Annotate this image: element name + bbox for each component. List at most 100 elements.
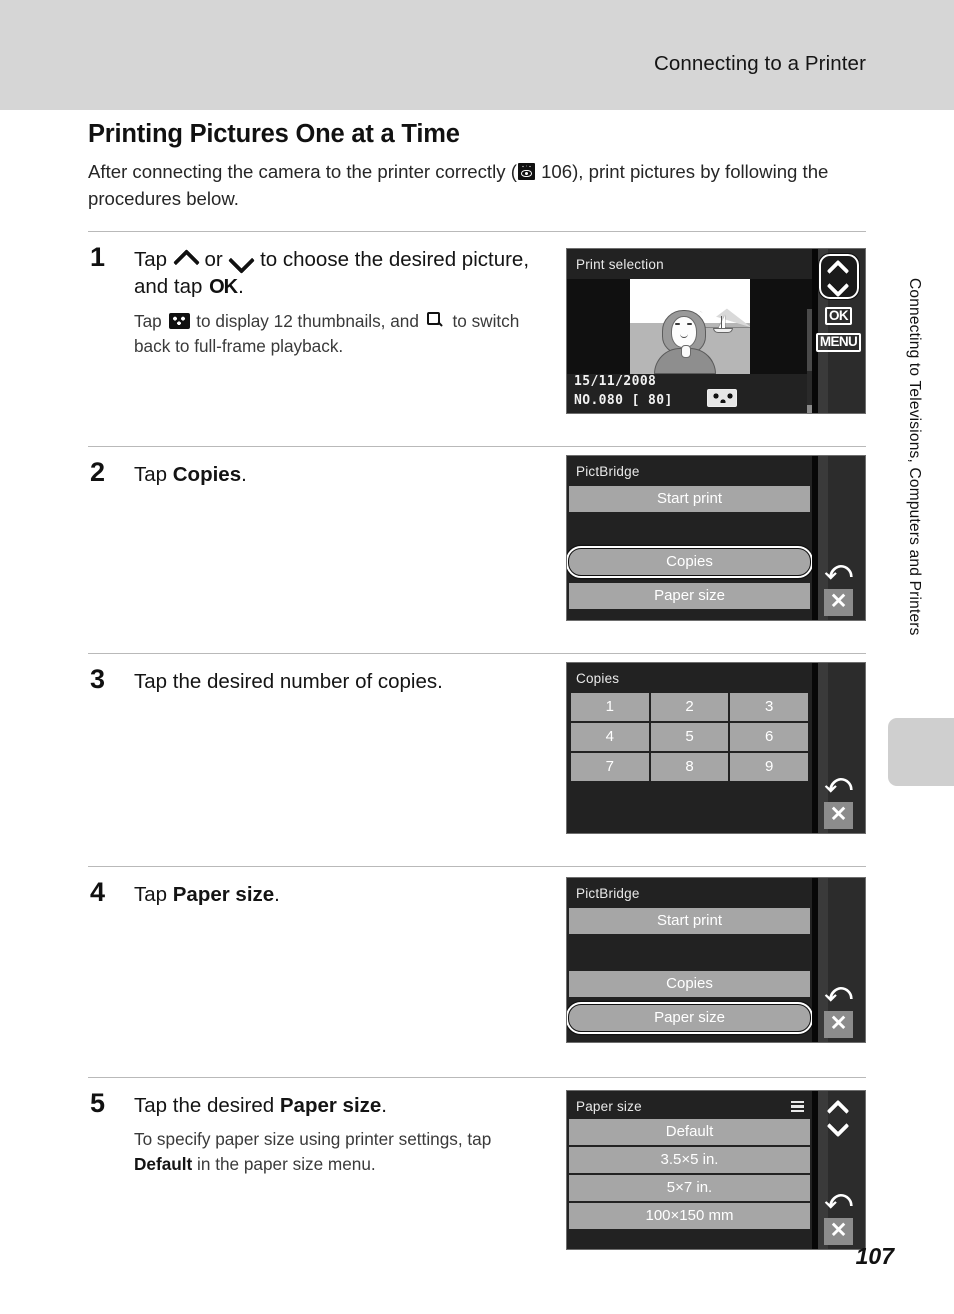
chevron-up-icon[interactable]	[826, 1100, 851, 1114]
paper-size-body: Paper size Default 3.5×5 in. 5×7 in. 100…	[567, 1090, 812, 1249]
pictbridge-menu-list: Start print Copies Paper size	[567, 485, 812, 620]
pictbridge-title: PictBridge	[576, 463, 640, 479]
step-5: 5 Tap the desired Paper size. To specify…	[88, 1076, 866, 1272]
chevron-down-icon[interactable]	[826, 1118, 851, 1132]
step-1-number: 1	[90, 241, 106, 272]
page-title: Printing Pictures One at a Time	[88, 120, 460, 148]
copies-title: Copies	[576, 670, 620, 686]
print-selection-title: Print selection	[576, 256, 664, 272]
step-5-number: 5	[90, 1087, 106, 1118]
ok-button[interactable]: OK	[824, 306, 853, 326]
paper-size-list: Default 3.5×5 in. 5×7 in. 100×150 mm	[567, 1118, 812, 1249]
intro-paragraph: After connecting the camera to the print…	[88, 159, 848, 213]
menu-item-copies[interactable]: Copies	[569, 970, 810, 997]
menu-spacer	[569, 514, 810, 540]
step-4-bold: Paper size	[172, 882, 275, 906]
step-3: 3 Tap the desired number of copies. Copi…	[88, 652, 866, 866]
pictbridge-copies-body: PictBridge Start print Copies Paper size	[567, 455, 812, 620]
ok-glyph: OK	[209, 276, 238, 299]
paper-size-title: Paper size	[576, 1098, 642, 1114]
copies-key-4[interactable]: 4	[571, 722, 649, 751]
menu-item-start-print[interactable]: Start print	[569, 485, 810, 512]
step-4-number: 4	[90, 876, 106, 907]
intro-reference-page: 106	[541, 161, 573, 182]
copies-key-2[interactable]: 2	[650, 692, 729, 721]
menu-item-paper-size[interactable]: Paper size	[567, 1001, 812, 1034]
pictbridge-paper-menu-list: Start print Copies Paper size	[567, 907, 812, 1042]
close-x-icon[interactable]: ✕	[824, 588, 853, 616]
nav-updown-group[interactable]	[817, 252, 860, 300]
step-4: 4 Tap Paper size. PictBridge Start print…	[88, 865, 866, 1077]
close-x-icon[interactable]: ✕	[824, 801, 853, 829]
chevron-up-icon[interactable]	[826, 260, 851, 274]
chevron-down-icon[interactable]	[826, 278, 851, 292]
copies-key-6[interactable]: 6	[730, 722, 808, 751]
person-hand	[681, 344, 691, 358]
copies-key-7[interactable]: 7	[571, 752, 649, 781]
thumbnail-grid-icon[interactable]	[707, 388, 737, 407]
menu-item-start-print[interactable]: Start print	[569, 907, 810, 934]
screen-pictbridge-copies: PictBridge Start print Copies Paper size…	[566, 454, 866, 621]
copies-controls: ⤺ ✕	[812, 662, 865, 833]
side-chapter-tab-marker	[888, 718, 954, 786]
paper-size-option-5x7[interactable]: 5×7 in.	[569, 1174, 810, 1201]
page-content: Printing Pictures One at a Time After co…	[88, 120, 866, 1272]
person-eye-left	[675, 322, 680, 325]
copies-key-9[interactable]: 9	[730, 752, 808, 781]
back-arrow-icon[interactable]: ⤺	[825, 979, 853, 1005]
person-face	[671, 315, 697, 348]
step-list: 1 Tap or to choose the desired picture, …	[88, 230, 866, 1272]
photo-frame-info: NO.080 [ 80]	[574, 392, 673, 408]
back-arrow-icon[interactable]: ⤺	[825, 770, 853, 796]
step-1-text-4: .	[238, 275, 244, 299]
copies-key-5[interactable]: 5	[650, 722, 729, 751]
step-2-bold: Copies	[172, 462, 242, 486]
photo-person	[654, 309, 716, 374]
copies-key-3[interactable]: 3	[730, 692, 808, 721]
side-index-label: Connecting to Televisions, Computers and…	[906, 278, 923, 636]
close-x-icon[interactable]: ✕	[824, 1217, 853, 1245]
print-selection-controls: OK MENU	[812, 248, 865, 413]
step-5-text-2: .	[381, 1093, 387, 1117]
back-arrow-icon[interactable]: ⤺	[825, 557, 853, 583]
back-arrow-icon[interactable]: ⤺	[825, 1186, 853, 1212]
pictbridge-copies-controls: ⤺ ✕	[812, 455, 865, 620]
paper-size-option-3p5x5[interactable]: 3.5×5 in.	[569, 1146, 810, 1173]
step-5-note-1: To specify paper size using printer sett…	[134, 1129, 492, 1150]
step-2-text-2: .	[241, 462, 247, 486]
step-1-note-1: Tap	[134, 311, 167, 332]
pictbridge-title: PictBridge	[576, 885, 640, 901]
nav-updown-group[interactable]	[819, 1096, 859, 1137]
intro-text-before: After connecting the camera to the print…	[88, 161, 517, 182]
step-1-instruction: Tap or to choose the desired picture, an…	[134, 246, 554, 301]
paper-size-option-default[interactable]: Default	[569, 1118, 810, 1145]
step-5-text-1: Tap the desired	[134, 1093, 280, 1117]
copies-key-1[interactable]: 1	[571, 692, 649, 721]
step-5-note-2: in the paper size menu.	[192, 1153, 376, 1174]
step-4-instruction: Tap Paper size.	[134, 881, 554, 908]
step-3-instruction: Tap the desired number of copies.	[134, 669, 443, 693]
step-5-instruction: Tap the desired Paper size.	[134, 1092, 554, 1119]
pictbridge-paper-controls: ⤺ ✕	[812, 877, 865, 1042]
screen-copies: Copies 1 2 3 4 5 6 7 8 9 ⤺ ✕	[566, 661, 866, 834]
step-4-text-1: Tap	[134, 882, 173, 906]
screen-paper-size: Paper size Default 3.5×5 in. 5×7 in. 100…	[566, 1089, 866, 1250]
boat-hull	[713, 327, 733, 333]
chevron-down-icon	[228, 250, 254, 269]
close-x-icon[interactable]: ✕	[824, 1010, 853, 1038]
menu-item-copies[interactable]: Copies	[567, 545, 812, 578]
step-5-bold: Paper size	[279, 1093, 382, 1117]
paper-size-option-100x150[interactable]: 100×150 mm	[569, 1202, 810, 1229]
step-1: 1 Tap or to choose the desired picture, …	[88, 230, 866, 446]
chevron-up-icon	[173, 250, 199, 269]
preview-photo	[630, 278, 750, 374]
menu-button[interactable]: MENU	[815, 333, 862, 353]
running-head: Connecting to a Printer	[654, 52, 866, 75]
person-eye-right	[687, 322, 692, 325]
step-1-text-2: or	[198, 247, 229, 271]
copies-key-8[interactable]: 8	[650, 752, 729, 781]
screen-pictbridge-paper: PictBridge Start print Copies Paper size…	[566, 876, 866, 1043]
menu-item-paper-size[interactable]: Paper size	[569, 582, 810, 609]
menu-spacer	[569, 936, 810, 962]
step-5-note: To specify paper size using printer sett…	[134, 1127, 534, 1176]
